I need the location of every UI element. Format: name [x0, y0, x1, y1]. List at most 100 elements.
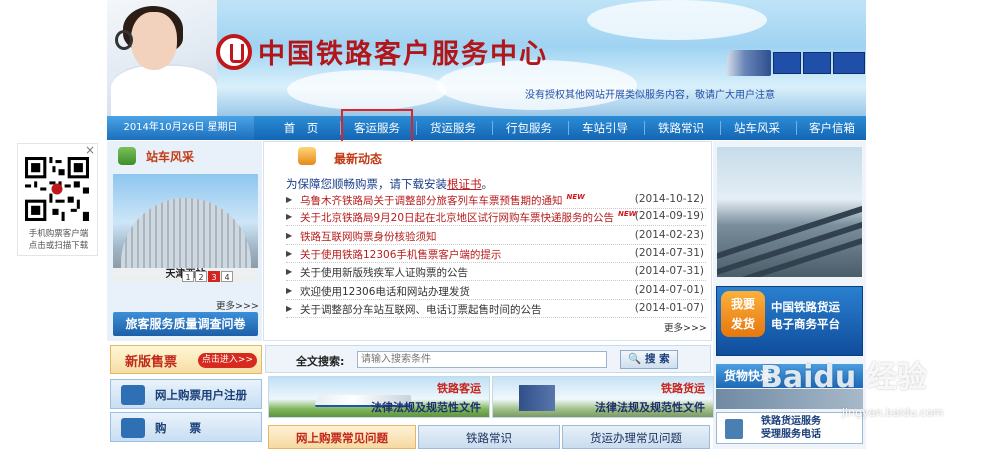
freight-banner-line2: 电子商务平台 [771, 317, 840, 331]
bullet-icon: ▶ [286, 195, 293, 204]
qr-code-icon[interactable] [25, 157, 89, 221]
nav-station-gallery[interactable]: 站车风采 [723, 116, 791, 140]
nav-freight-service[interactable]: 货运服务 [419, 116, 487, 140]
header-notice: 没有授权其他网站开展类似服务内容，敬请广大用户注意 [525, 90, 775, 101]
user-register-button[interactable]: 网上购票用户注册 [110, 379, 262, 409]
passenger-law-banner[interactable]: 铁路客运 法律法规及规范性文件 [268, 376, 490, 418]
tab-ticket-faq[interactable]: 网上购票常见问题 [268, 425, 416, 449]
promo-subtitle: 法律法规及规范性文件 [371, 401, 481, 414]
nav-parcel-service[interactable]: 行包服务 [495, 116, 563, 140]
root-cert-link[interactable]: 根证书 [447, 177, 482, 191]
station-gallery-title: 站车风采 [146, 150, 195, 164]
pager-2[interactable]: 2 [195, 271, 207, 282]
news-item[interactable]: ▶ 关于使用铁路12306手机售票客户端的提示 (2014-07-31) [286, 246, 706, 263]
news-item-date: (2014-07-31) [634, 265, 704, 277]
cloud-decoration [587, 0, 767, 40]
news-item-title[interactable]: 关于北京铁路局9月20日起在北京地区试行网购车票快递服务的公告 NEW [300, 210, 636, 225]
close-icon[interactable]: × [85, 143, 95, 157]
search-button[interactable]: 🔍 搜 索 [620, 350, 678, 369]
baidu-watermark-url: jingyan.baidu.com [842, 406, 944, 419]
news-item[interactable]: ▶ 铁路互联网购票身份核验须知 (2014-02-23) [286, 228, 706, 245]
news-item-title-text: 乌鲁木齐铁路局关于调整部分旅客列车车票预售期的通知 [300, 195, 563, 207]
user-register-label: 网上购票用户注册 [155, 388, 247, 402]
survey-button[interactable]: 旅客服务质量调查问卷 [113, 312, 258, 336]
gallery-more-link[interactable]: 更多>>> [216, 298, 259, 312]
news-item[interactable]: ▶ 关于北京铁路局9月20日起在北京地区试行网购车票快递服务的公告 NEW (20… [286, 209, 706, 226]
buy-ticket-label: 购 票 [155, 421, 201, 435]
search-icon: 🔍 [628, 353, 642, 365]
news-item-date: (2014-02-23) [634, 229, 704, 241]
freight-car [773, 52, 801, 74]
new-ticketing-title: 新版售票 [125, 355, 178, 370]
nav-divider [720, 121, 721, 135]
news-item-title[interactable]: 关于使用新版残疾军人证购票的公告 [300, 265, 468, 280]
pager-4[interactable]: 4 [221, 271, 233, 282]
bullet-icon: ▶ [286, 249, 293, 258]
current-date: 2014年10月26日 星期日 [107, 116, 254, 140]
qr-caption-line1: 手机购票客户端 [28, 229, 89, 239]
freight-law-banner[interactable]: 铁路货运 法律法规及规范性文件 [492, 376, 714, 418]
freight-car [803, 52, 831, 74]
rail-track [717, 233, 862, 277]
tab-freight-faq[interactable]: 货运办理常见问题 [562, 425, 710, 449]
news-intro-end: 。 [481, 177, 494, 191]
nav-customer-mailbox[interactable]: 客户信箱 [799, 116, 865, 140]
news-item-title[interactable]: 关于调整部分车站互联网、电话订票起售时间的公告 [300, 302, 542, 317]
freight-banner-line1: 中国铁路货运 [771, 300, 840, 314]
ship-badge: 我要 发货 [721, 291, 765, 337]
bullet-icon: ▶ [286, 286, 293, 295]
nav-divider [796, 121, 797, 135]
pager-1[interactable]: 1 [182, 271, 194, 282]
news-intro-text: 为保障您顺畅购票，请下载安装 [286, 177, 447, 191]
news-item-date: (2014-07-01) [634, 284, 704, 296]
service-agent-image [107, 0, 217, 116]
rail-yard-photo[interactable] [717, 147, 862, 277]
buy-ticket-button[interactable]: 购 票 [110, 412, 262, 442]
nav-divider [416, 121, 417, 135]
tab-railway-knowledge[interactable]: 铁路常识 [418, 425, 560, 449]
site-title: 中国铁路客户服务中心 [258, 39, 548, 70]
news-item-title[interactable]: 乌鲁木齐铁路局关于调整部分旅客列车车票预售期的通知 NEW [300, 193, 585, 208]
station-dome [121, 198, 251, 268]
station-photo[interactable]: 天津西站 [113, 174, 258, 282]
qr-caption: 手机购票客户端 点击或扫描下载 [18, 228, 99, 252]
news-more-link[interactable]: 更多>>> [664, 320, 707, 334]
news-item[interactable]: ▶ 关于使用新版残疾军人证购票的公告 (2014-07-31) [286, 264, 706, 281]
search-input[interactable] [357, 351, 607, 368]
phone-icon [725, 419, 743, 439]
enter-button[interactable]: 点击进入>> [197, 353, 257, 368]
news-item[interactable]: ▶ 欢迎使用12306电话和网站办理发货 (2014-07-01) [286, 283, 706, 300]
news-item-title[interactable]: 铁路互联网购票身份核验须知 [300, 229, 437, 244]
news-title: 最新动态 [334, 152, 383, 166]
nav-divider [492, 121, 493, 135]
pager-3[interactable]: 3 [208, 271, 220, 282]
search-button-label: 搜 索 [645, 353, 670, 365]
train-image [727, 48, 866, 78]
bullet-icon: ▶ [286, 212, 293, 221]
news-item[interactable]: ▶ 乌鲁木齐铁路局关于调整部分旅客列车车票预售期的通知 NEW (2014-10-… [286, 192, 706, 209]
badge-line2: 发货 [730, 317, 755, 331]
page: 中国铁路客户服务中心 没有授权其他网站开展类似服务内容，敬请广大用户注意 201… [0, 0, 1000, 449]
freight-ecommerce-banner[interactable]: 我要 发货 中国铁路货运 电子商务平台 [716, 286, 863, 356]
headset-icon [115, 30, 133, 50]
news-item-date: (2014-01-07) [634, 302, 704, 314]
nav-home[interactable]: 首 页 [267, 116, 335, 140]
agent-face [131, 12, 177, 70]
main-nav: 2014年10月26日 星期日 首 页 客运服务 货运服务 行包服务 车站引导 … [107, 116, 866, 140]
new-ticketing-banner[interactable]: 新版售票 点击进入>> [110, 345, 262, 374]
freight-hotline-link[interactable]: 铁路货运服务 受理服务电话 [716, 412, 863, 444]
search-bar: 全文搜索: 🔍 搜 索 [265, 345, 711, 373]
hotline-line1: 铁路货运服务 [761, 416, 821, 427]
news-item-title[interactable]: 关于使用铁路12306手机售票客户端的提示 [300, 247, 501, 262]
nav-divider [644, 121, 645, 135]
news-item[interactable]: ▶ 关于调整部分车站互联网、电话订票起售时间的公告 (2014-01-07) [286, 301, 706, 318]
qr-download-panel[interactable]: × 手机购票客户端 点击或扫描下载 [17, 143, 98, 256]
badge-line1: 我要 [730, 297, 755, 311]
qr-caption-line2: 点击或扫描下载 [28, 241, 89, 251]
news-item-title-text: 关于北京铁路局9月20日起在北京地区试行网购车票快递服务的公告 [300, 212, 615, 224]
hotline-text: 铁路货运服务 受理服务电话 [761, 415, 821, 441]
news-item-title[interactable]: 欢迎使用12306电话和网站办理发货 [300, 284, 470, 299]
nav-station-guide[interactable]: 车站引导 [571, 116, 639, 140]
nav-railway-knowledge[interactable]: 铁路常识 [647, 116, 715, 140]
new-badge: NEW [566, 193, 585, 201]
